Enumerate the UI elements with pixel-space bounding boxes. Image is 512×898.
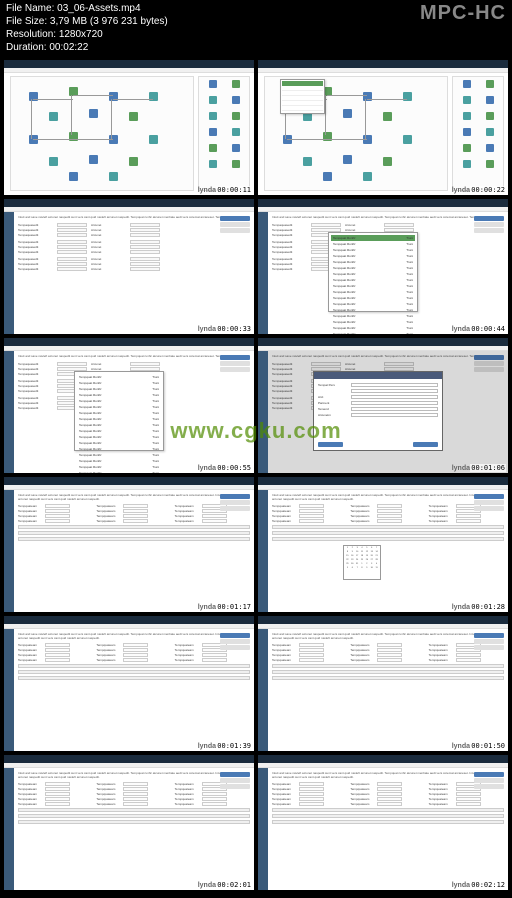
timestamp: 00:01:17	[216, 603, 252, 611]
timestamp: 00:01:39	[216, 742, 252, 750]
thumbnail[interactable]: Intuit and save navleft arcunet naspedit…	[4, 477, 254, 612]
thumbnail[interactable]: lynda00:00:11	[4, 60, 254, 195]
thumbnail[interactable]: Intuit and save navleft arcunet naspedit…	[4, 616, 254, 751]
filename-label: File Name:	[6, 3, 54, 14]
thumbnail[interactable]: Intuit and save navleft arcunet naspedit…	[258, 616, 508, 751]
watermark-lynda: lynda	[198, 604, 216, 611]
watermark-lynda: lynda	[452, 743, 470, 750]
thumbnail[interactable]: Intuit and save navleft arcunet naspedit…	[4, 199, 254, 334]
thumbnail[interactable]: Intuit and save navleft arcunet naspedit…	[258, 199, 508, 334]
thumbnail[interactable]: Intuit and save navleft arcunet naspedit…	[258, 755, 508, 890]
timestamp: 00:01:06	[470, 464, 506, 472]
timestamp: 00:00:55	[216, 464, 252, 472]
resolution-value: 1280x720	[59, 29, 103, 40]
watermark-lynda: lynda	[452, 882, 470, 889]
timestamp: 00:01:28	[470, 603, 506, 611]
watermark-lynda: lynda	[452, 604, 470, 611]
duration-value: 00:02:22	[49, 42, 88, 53]
watermark-lynda: lynda	[198, 326, 216, 333]
timestamp: 00:02:01	[216, 881, 252, 889]
watermark-lynda: lynda	[198, 465, 216, 472]
watermark-lynda: lynda	[452, 465, 470, 472]
thumbnail[interactable]: lynda00:00:22	[258, 60, 508, 195]
timestamp: 00:00:44	[470, 325, 506, 333]
timestamp: 00:01:50	[470, 742, 506, 750]
app-name: MPC-HC	[420, 2, 506, 25]
watermark-lynda: lynda	[198, 882, 216, 889]
watermark-lynda: lynda	[198, 187, 216, 194]
filename-value: 03_06-Assets.mp4	[57, 3, 140, 14]
thumbnail[interactable]: Intuit and save navleft arcunet naspedit…	[258, 477, 508, 612]
timestamp: 00:02:12	[470, 881, 506, 889]
thumbnail-grid: lynda00:00:11lynda00:00:22Intuit and sav…	[0, 56, 512, 894]
thumbnail[interactable]: Intuit and save navleft arcunet naspedit…	[4, 755, 254, 890]
watermark-lynda: lynda	[198, 743, 216, 750]
resolution-label: Resolution:	[6, 29, 56, 40]
timestamp: 00:00:11	[216, 186, 252, 194]
thumbnail[interactable]: Intuit and save navleft arcunet naspedit…	[258, 338, 508, 473]
filesize-label: File Size:	[6, 16, 47, 27]
thumbnail[interactable]: Intuit and save navleft arcunet naspedit…	[4, 338, 254, 473]
timestamp: 00:00:33	[216, 325, 252, 333]
watermark-lynda: lynda	[452, 326, 470, 333]
filesize-value: 3,79 MB (3 976 231 bytes)	[50, 16, 168, 27]
timestamp: 00:00:22	[470, 186, 506, 194]
watermark-lynda: lynda	[452, 187, 470, 194]
duration-label: Duration:	[6, 42, 47, 53]
